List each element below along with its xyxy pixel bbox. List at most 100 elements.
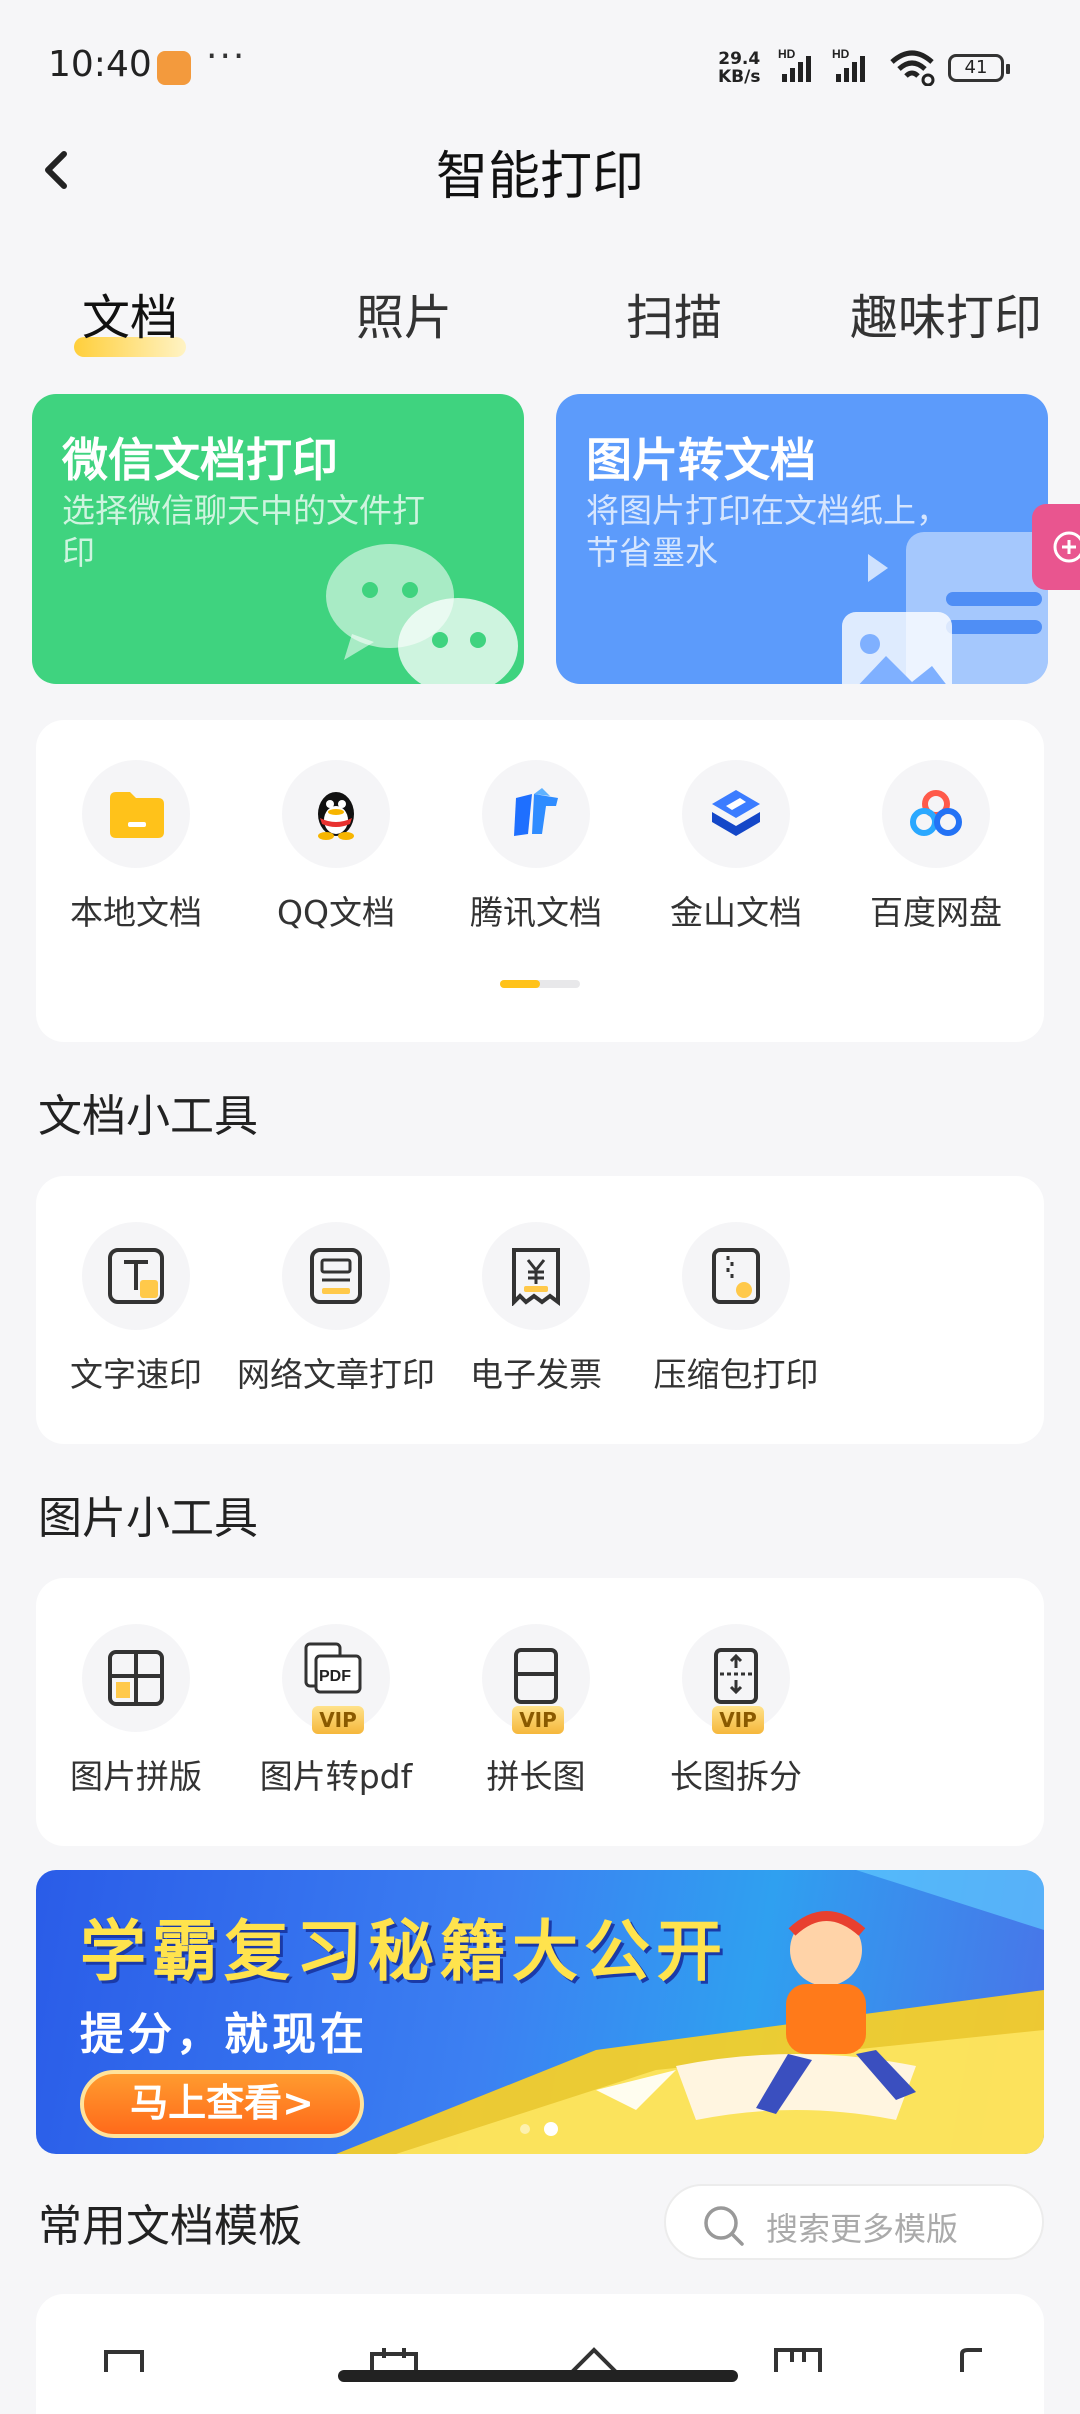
vip-badge: VIP (712, 1706, 764, 1734)
document-image-icon (842, 532, 1048, 684)
tool-zip-print[interactable]: 压缩包打印 (636, 1222, 836, 1396)
network-speed-value: 29.4 (718, 49, 761, 69)
icon-circle (682, 760, 790, 868)
long-image-stitch-icon (514, 1648, 558, 1704)
source-label: 百度网盘 (870, 893, 1002, 932)
icon-circle (482, 1222, 590, 1330)
invoice-icon (512, 1248, 560, 1306)
template-search-input[interactable]: 搜索更多模版 (664, 2184, 1044, 2260)
icon-circle (882, 760, 990, 868)
image-to-pdf-icon: PDF (304, 1642, 362, 1694)
source-baidu-netdisk[interactable]: 百度网盘 (836, 760, 1036, 934)
long-image-split-icon (714, 1648, 758, 1704)
tool-label: 压缩包打印 (653, 1355, 819, 1394)
tool-label: 网络文章打印 (237, 1355, 435, 1394)
page-indicator-thumb (500, 980, 540, 988)
battery-indicator: 41 (948, 54, 1010, 82)
icon-circle: VIP (682, 1624, 790, 1734)
network-speed-unit: KB/s (718, 67, 761, 87)
banner-view-button[interactable]: 马上查看> (80, 2070, 364, 2138)
wechat-doc-print-card[interactable]: 微信文档打印 选择微信聊天中的文件打印 (32, 394, 524, 684)
tool-label: 文字速印 (70, 1355, 202, 1394)
tool-text-print[interactable]: 文字速印 (36, 1222, 236, 1396)
source-label: 本地文档 (70, 893, 202, 932)
search-icon (704, 2206, 744, 2246)
promo-banner[interactable]: 学霸复习秘籍大公开 提分，就现在 马上查看> (36, 1870, 1044, 2154)
card-title: 图片转文档 (586, 433, 816, 487)
text-print-icon (108, 1248, 164, 1304)
tab-photos[interactable]: 照片 (356, 278, 452, 348)
icon-circle (282, 1222, 390, 1330)
hd-label: HD (778, 48, 796, 61)
tool-label: 拼长图 (486, 1757, 586, 1796)
source-label: 腾讯文档 (470, 893, 602, 932)
source-tencent-docs[interactable]: 腾讯文档 (436, 760, 636, 934)
vip-badge: VIP (512, 1706, 564, 1734)
icon-circle: VIP (482, 1624, 590, 1734)
status-time: 10:40 (48, 44, 152, 85)
section-title-image-tools: 图片小工具 (38, 1493, 258, 1544)
image-collage-icon (108, 1650, 164, 1706)
carousel-dot-active (544, 2122, 558, 2136)
source-label: QQ文档 (277, 893, 395, 932)
icon-circle (282, 760, 390, 868)
kingsoft-docs-icon (712, 790, 760, 836)
section-title-doc-tools: 文档小工具 (38, 1091, 258, 1142)
tool-label: 电子发票 (470, 1355, 602, 1394)
banner-headline: 学霸复习秘籍大公开 (80, 1913, 728, 1990)
tab-scan[interactable]: 扫描 (626, 278, 722, 348)
signal-2-icon: HD (832, 48, 865, 82)
tool-image-collage[interactable]: 图片拼版 (36, 1624, 236, 1798)
source-local-docs[interactable]: 本地文档 (36, 760, 236, 934)
pdf-label: PDF (319, 1668, 351, 1685)
zip-print-icon (712, 1248, 760, 1304)
image-to-doc-card[interactable]: 图片转文档 将图片打印在文档纸上，节省墨水 (556, 394, 1048, 684)
search-placeholder: 搜索更多模版 (766, 2210, 959, 2248)
card-title: 微信文档打印 (62, 433, 338, 487)
tool-label: 图片转pdf (259, 1757, 413, 1796)
hd-label: HD (832, 48, 850, 61)
icon-circle (82, 760, 190, 868)
vip-badge: VIP (312, 1706, 364, 1734)
source-label: 金山文档 (670, 893, 802, 932)
app-notification-icon (157, 51, 191, 85)
tool-e-invoice[interactable]: 电子发票 (436, 1222, 636, 1396)
floating-add-tab[interactable] (1032, 504, 1080, 590)
tool-long-image-split[interactable]: VIP 长图拆分 (636, 1624, 836, 1798)
plus-circle-icon (1053, 531, 1080, 563)
wechat-icon (326, 544, 518, 684)
carousel-dot (520, 2124, 530, 2134)
icon-circle (82, 1624, 190, 1732)
templates-panel (36, 2294, 1044, 2414)
tool-article-print[interactable]: 网络文章打印 (236, 1222, 436, 1396)
wifi-icon (890, 50, 935, 86)
more-notifications-icon: ··· (206, 36, 247, 77)
source-kingsoft-docs[interactable]: 金山文档 (636, 760, 836, 934)
section-title-templates: 常用文档模板 (38, 2201, 302, 2252)
icon-circle (682, 1222, 790, 1330)
home-indicator[interactable] (338, 2370, 738, 2382)
tool-image-to-pdf[interactable]: PDF VIP 图片转pdf (236, 1624, 436, 1798)
article-print-icon (310, 1248, 362, 1304)
banner-subline: 提分，就现在 (80, 2009, 368, 2060)
folder-icon (110, 792, 164, 838)
icon-circle: PDF VIP (282, 1624, 390, 1734)
network-speed: 29.4 KB/s (718, 50, 760, 86)
tencent-docs-icon (514, 788, 558, 836)
tab-documents[interactable]: 文档 (82, 278, 178, 348)
status-bar: 10:40 ··· 29.4 KB/s HD HD 41 (0, 0, 1080, 130)
icon-circle (482, 760, 590, 868)
tab-fun-print[interactable]: 趣味打印 (850, 278, 1042, 348)
qq-penguin-icon (318, 792, 354, 840)
image-tools-panel: 图片拼版 PDF VIP 图片转pdf VIP 拼长图 VIP 长图拆分 (36, 1578, 1044, 1846)
signal-1-icon: HD (778, 48, 811, 82)
page-title: 智能打印 (435, 147, 644, 207)
tool-long-image-stitch[interactable]: VIP 拼长图 (436, 1624, 636, 1798)
tool-label: 长图拆分 (670, 1757, 802, 1796)
tool-label: 图片拼版 (70, 1757, 202, 1796)
icon-circle (82, 1222, 190, 1330)
doc-tools-panel: 文字速印 网络文章打印 电子发票 压缩包打印 (36, 1176, 1044, 1444)
source-qq-docs[interactable]: QQ文档 (236, 760, 436, 934)
page-indicator-track (500, 980, 580, 988)
baidu-netdisk-icon (910, 790, 962, 836)
